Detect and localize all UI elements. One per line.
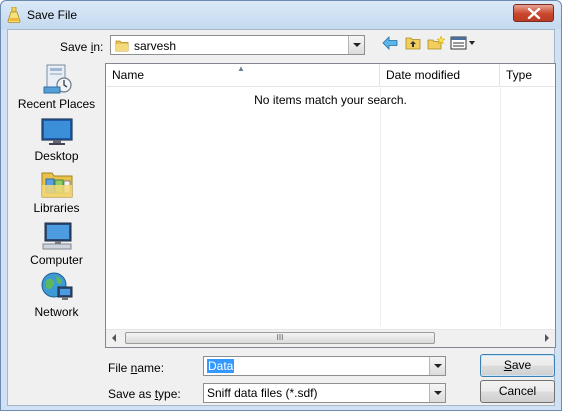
close-icon: [527, 8, 541, 19]
save-file-dialog: Save File Save in: sarvesh Recent Places…: [0, 0, 562, 411]
column-header-date-modified[interactable]: Date modified: [380, 64, 500, 86]
place-label: Libraries: [33, 201, 80, 215]
desktop-icon: [40, 118, 73, 145]
save-button[interactable]: Save: [480, 354, 555, 377]
file-name-dropdown-button[interactable]: [429, 357, 445, 375]
new-folder-icon[interactable]: [427, 36, 445, 50]
network-icon: [41, 272, 72, 300]
column-divider: [500, 86, 501, 326]
recent-places-icon: [43, 64, 72, 94]
save-as-type-value: Sniff data files (*.sdf): [207, 386, 318, 400]
place-libraries[interactable]: Libraries: [8, 167, 105, 215]
empty-message: No items match your search.: [254, 93, 407, 107]
column-header-label: Name: [112, 68, 145, 82]
place-network[interactable]: Network: [8, 271, 105, 319]
scrollbar-thumb[interactable]: III: [125, 332, 435, 344]
place-label: Computer: [30, 253, 83, 267]
file-name-value: Data: [207, 359, 235, 373]
computer-icon: [42, 222, 71, 250]
file-name-label: File name:: [108, 361, 165, 375]
column-header-name[interactable]: Name ▲: [106, 64, 380, 86]
place-label: Desktop: [34, 149, 79, 163]
folder-icon: [115, 40, 129, 52]
place-label: Recent Places: [17, 97, 96, 111]
libraries-icon: [41, 172, 72, 198]
column-header-label: Date modified: [386, 68, 461, 82]
save-accelerator: S: [503, 358, 512, 372]
save-as-type-dropdown[interactable]: Sniff data files (*.sdf): [203, 383, 446, 403]
place-recent-places[interactable]: Recent Places: [8, 63, 105, 111]
up-folder-icon[interactable]: [405, 36, 421, 50]
file-list[interactable]: Name ▲ Date modified Type No items match…: [105, 63, 556, 348]
current-folder-value: sarvesh: [134, 39, 177, 53]
save-in-dropdown-button[interactable]: [348, 36, 364, 54]
app-flask-icon: [7, 7, 21, 23]
back-arrow-icon[interactable]: [382, 36, 398, 50]
file-name-field[interactable]: Data: [203, 356, 446, 376]
column-header-label: Type: [506, 68, 533, 82]
column-header-type[interactable]: Type: [500, 64, 555, 86]
save-in-dropdown[interactable]: sarvesh: [110, 35, 365, 55]
save-as-type-dropdown-button[interactable]: [429, 384, 445, 402]
scroll-left-icon[interactable]: [112, 334, 116, 342]
dialog-body: Save in: sarvesh Recent Places Desktop L…: [7, 29, 556, 406]
view-menu-icon[interactable]: [450, 36, 476, 50]
header-divider: [106, 86, 555, 87]
scroll-right-icon[interactable]: [545, 334, 549, 342]
horizontal-scrollbar[interactable]: III: [106, 329, 555, 347]
window-title: Save File: [27, 8, 78, 22]
cancel-label: Cancel: [498, 384, 537, 398]
scrollbar-grip: III: [276, 333, 284, 342]
place-computer[interactable]: Computer: [8, 219, 105, 267]
close-button[interactable]: [513, 4, 554, 22]
places-bar: Recent Places Desktop Libraries Computer…: [8, 63, 105, 363]
column-divider: [380, 86, 381, 326]
place-desktop[interactable]: Desktop: [8, 115, 105, 163]
place-label: Network: [34, 305, 79, 319]
cancel-button[interactable]: Cancel: [480, 380, 555, 403]
sort-ascending-icon: ▲: [237, 64, 245, 73]
save-label: ave: [511, 358, 532, 372]
save-as-type-label: Save as type:: [108, 387, 181, 401]
save-in-label: Save in:: [60, 40, 104, 54]
title-bar[interactable]: Save File: [1, 1, 561, 29]
